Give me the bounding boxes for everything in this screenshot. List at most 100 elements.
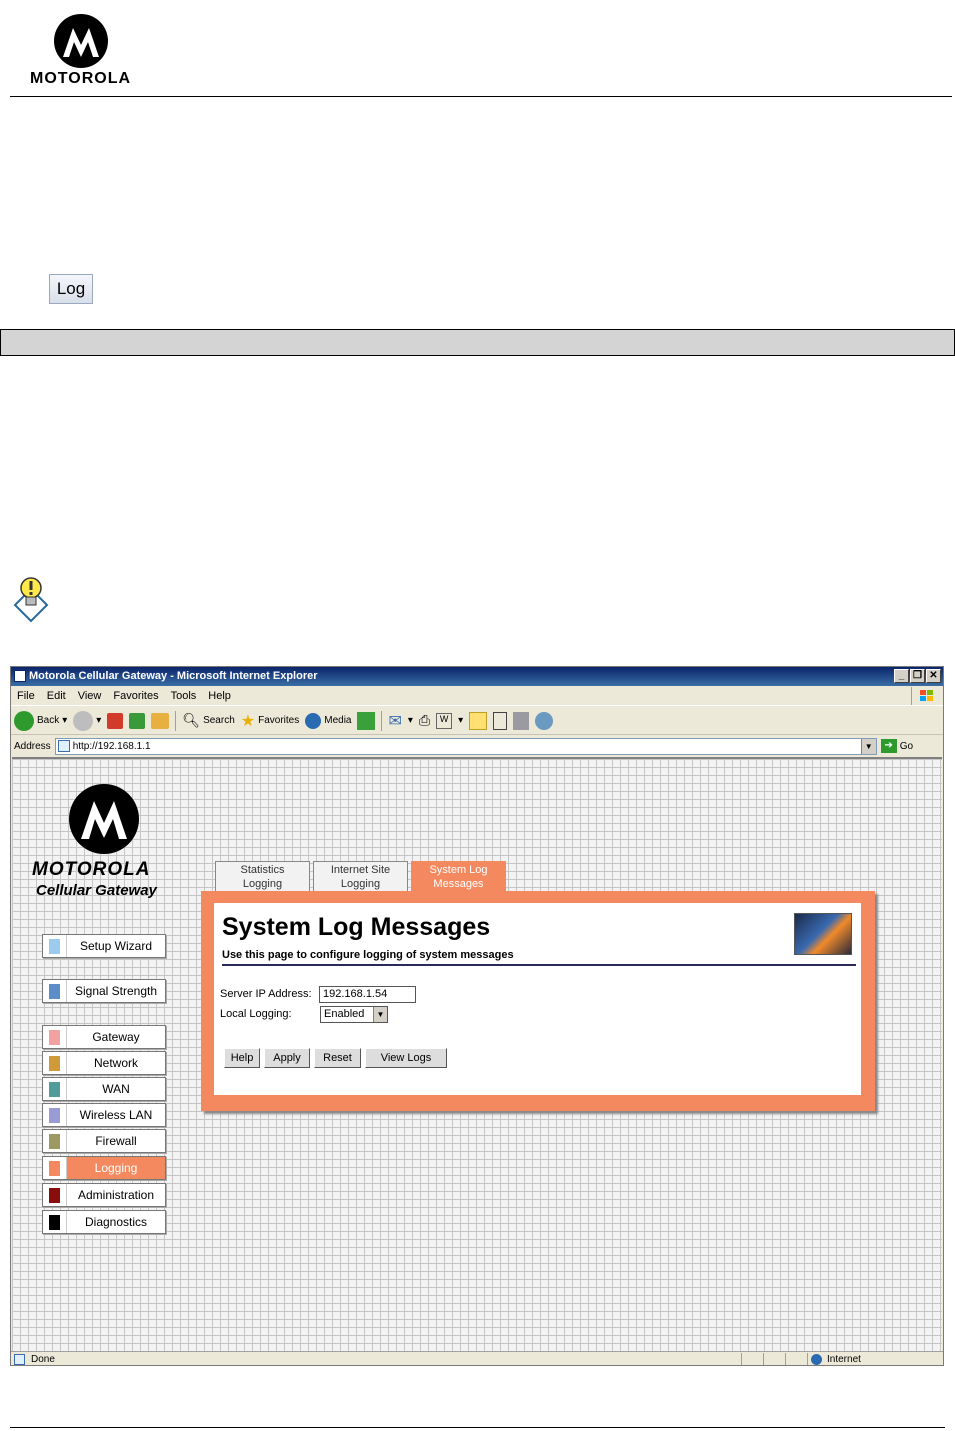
computer-illustration <box>794 913 852 955</box>
mail-icon[interactable]: ✉ <box>388 711 401 731</box>
print-icon[interactable]: ⎙ <box>419 712 430 729</box>
nav-wireless-lan[interactable]: Wireless LAN <box>42 1103 166 1127</box>
chevron-down-icon: ▾ <box>407 715 413 726</box>
nav-wan[interactable]: WAN <box>42 1077 166 1101</box>
menu-file[interactable]: File <box>17 686 35 705</box>
log-button[interactable]: Log <box>49 274 93 304</box>
menu-favorites[interactable]: Favorites <box>113 686 158 705</box>
nav-label: Wireless LAN <box>79 1108 153 1122</box>
section-bar <box>0 329 955 356</box>
nav-firewall[interactable]: Firewall <box>42 1129 166 1153</box>
diagnostics-swatch <box>49 1214 60 1230</box>
status-divider <box>785 1353 786 1365</box>
wan-swatch <box>49 1081 60 1097</box>
restore-button[interactable]: ❐ <box>910 669 925 683</box>
apply-button[interactable]: Apply <box>264 1048 310 1068</box>
tab-line2: Logging <box>340 878 381 890</box>
go-label: Go <box>899 740 914 752</box>
nav-label: Firewall <box>95 1134 137 1148</box>
nav-gateway[interactable]: Gateway <box>42 1025 166 1049</box>
network-swatch <box>49 1055 60 1071</box>
close-button[interactable]: ✕ <box>926 669 941 683</box>
contacts-icon[interactable] <box>535 711 554 730</box>
search-label: Search <box>203 715 235 726</box>
browser-window: Motorola Cellular Gateway - Microsoft In… <box>10 666 944 1366</box>
nav-network[interactable]: Network <box>42 1051 166 1075</box>
local-logging-select[interactable]: Enabled ▼ <box>320 1006 388 1023</box>
edit-word-icon[interactable]: W <box>436 712 453 729</box>
toolbar-separator <box>175 710 177 731</box>
favorites-button[interactable]: ★ Favorites <box>241 711 299 731</box>
firewall-swatch <box>49 1133 60 1149</box>
back-label: Back <box>37 715 60 726</box>
status-divider <box>807 1353 808 1365</box>
chevron-down-icon: ▾ <box>458 715 464 726</box>
status-divider <box>741 1353 742 1365</box>
address-label: Address <box>14 740 51 752</box>
nav-setup-wizard[interactable]: Setup Wizard <box>42 934 166 958</box>
address-dropdown-icon[interactable]: ▼ <box>860 738 876 754</box>
nav-logging[interactable]: Logging <box>42 1156 166 1180</box>
nav-administration[interactable]: Administration <box>42 1183 166 1207</box>
refresh-icon[interactable] <box>129 712 146 729</box>
help-button[interactable]: Help <box>224 1048 260 1068</box>
minimize-button[interactable]: _ <box>894 669 909 683</box>
menu-bar: File Edit View Favorites Tools Help <box>11 686 943 706</box>
go-button[interactable]: ➔ Go <box>880 739 914 753</box>
toolbar-separator <box>381 710 383 731</box>
status-divider <box>763 1353 764 1365</box>
server-ip-label: Server IP Address: <box>220 988 312 1000</box>
tab-line1: System Log <box>429 864 488 876</box>
discuss-icon[interactable] <box>469 711 488 730</box>
address-input[interactable]: http://192.168.1.1 ▼ <box>54 737 877 755</box>
status-text: Done <box>31 1354 55 1365</box>
server-ip-input[interactable]: 192.168.1.54 <box>319 986 416 1003</box>
go-arrow-icon: ➔ <box>880 739 897 753</box>
motorola-document-wordmark: MOTOROLA <box>29 70 132 87</box>
tab-statistics-logging[interactable]: Statistics Logging <box>215 861 310 891</box>
signal-strength-swatch <box>49 983 60 999</box>
toolbar: Back ▾ ▾ 🔍︎ Search ★ Favorites Media ✉ ▾… <box>11 707 943 735</box>
nav-label: Setup Wizard <box>79 939 153 953</box>
setup-wizard-swatch <box>49 938 60 954</box>
research-icon[interactable] <box>493 711 508 730</box>
history-icon[interactable] <box>357 711 376 730</box>
back-button[interactable]: Back ▾ <box>14 710 67 731</box>
nav-label: Network <box>93 1056 138 1070</box>
menu-tools[interactable]: Tools <box>171 686 197 705</box>
messenger-icon[interactable] <box>513 711 530 730</box>
tab-internet-site-logging[interactable]: Internet Site Logging <box>313 861 408 891</box>
motorola-batwing-icon <box>69 784 139 854</box>
reset-button[interactable]: Reset <box>314 1048 361 1068</box>
browser-title: Motorola Cellular Gateway - Microsoft In… <box>29 670 318 682</box>
administration-swatch <box>49 1187 60 1203</box>
tab-line2: Logging <box>242 878 283 890</box>
search-icon: 🔍︎ <box>182 712 201 728</box>
nav-label: Administration <box>77 1188 155 1202</box>
forward-button[interactable]: ▾ <box>73 710 101 731</box>
menu-edit[interactable]: Edit <box>47 686 66 705</box>
star-icon: ★ <box>240 712 256 730</box>
gateway-swatch <box>49 1029 60 1045</box>
nav-signal-strength[interactable]: Signal Strength <box>42 979 166 1003</box>
page-icon <box>57 740 70 752</box>
address-bar: Address http://192.168.1.1 ▼ ➔ Go <box>11 736 943 756</box>
stop-icon[interactable] <box>107 712 124 729</box>
motorola-document-logo: MOTOROLA <box>18 14 143 94</box>
lightbulb-tip-icon <box>12 575 50 623</box>
nav-diagnostics[interactable]: Diagnostics <box>42 1210 166 1234</box>
view-logs-button[interactable]: View Logs <box>365 1048 447 1068</box>
settings-panel-body: System Log Messages Use this page to con… <box>214 903 861 1095</box>
menu-view[interactable]: View <box>78 686 102 705</box>
browser-title-bar: Motorola Cellular Gateway - Microsoft In… <box>11 667 943 686</box>
nav-label: WAN <box>102 1082 130 1096</box>
search-button[interactable]: 🔍︎ Search <box>182 712 234 729</box>
menu-help[interactable]: Help <box>208 686 231 705</box>
settings-panel: System Log Messages Use this page to con… <box>201 891 875 1111</box>
tab-system-log-messages[interactable]: System Log Messages <box>411 861 506 891</box>
media-button[interactable]: Media <box>305 712 352 729</box>
media-label: Media <box>324 715 352 726</box>
status-page-icon <box>14 1354 25 1365</box>
footer-rule <box>10 1427 945 1428</box>
home-icon[interactable] <box>151 712 170 729</box>
